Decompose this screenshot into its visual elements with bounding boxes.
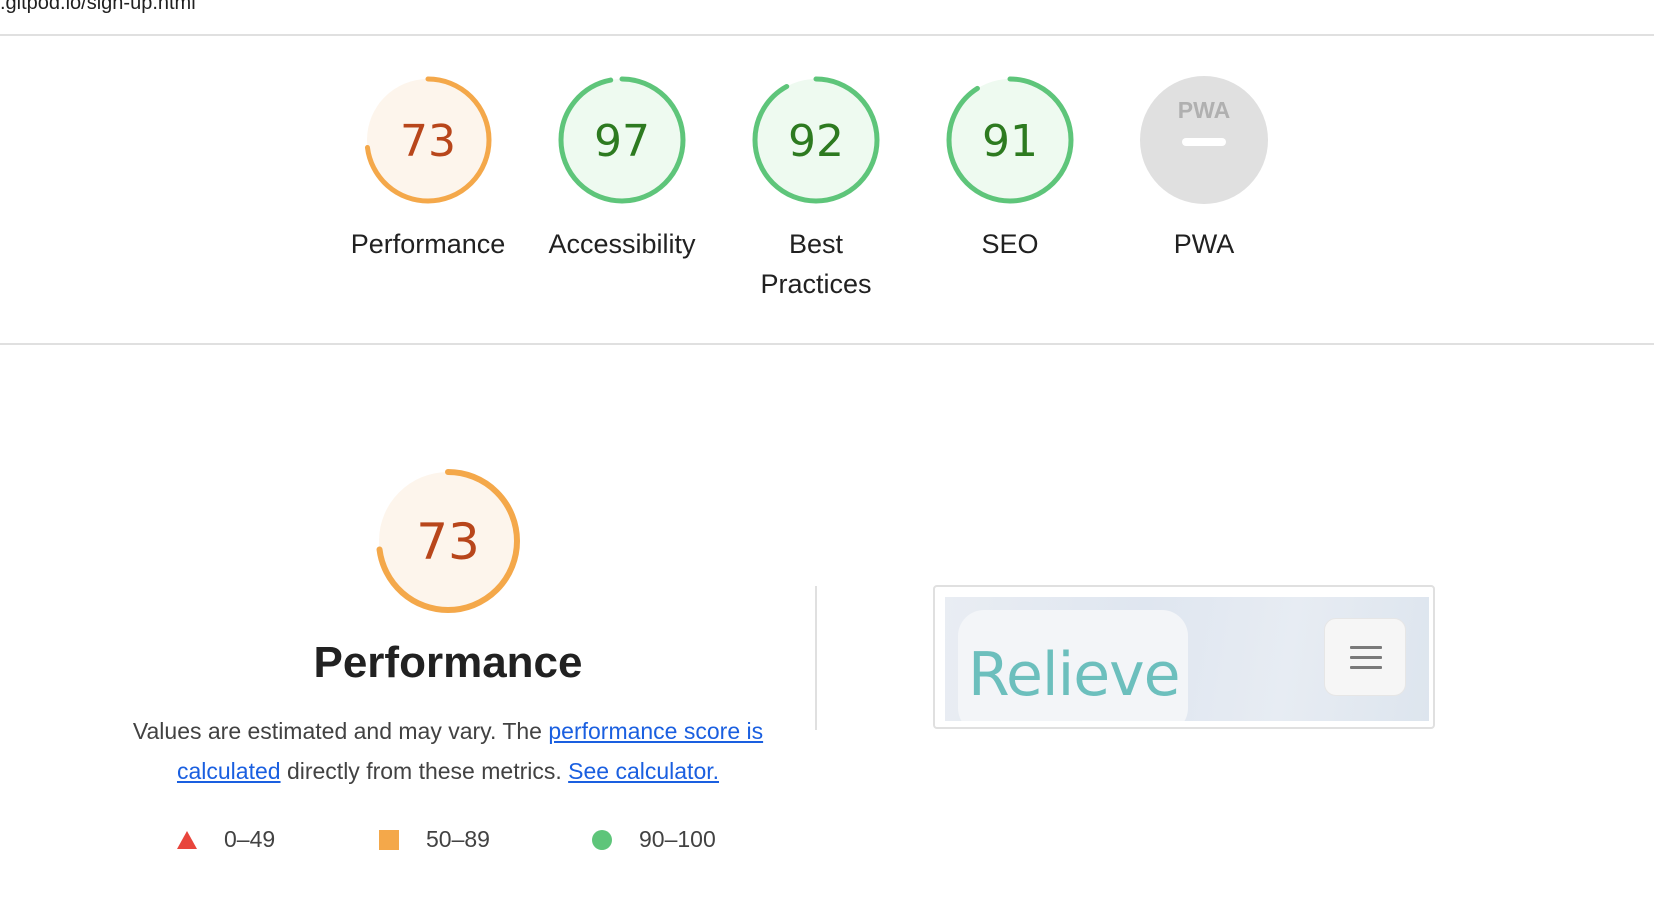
gauge-label: Best Practices <box>731 224 901 304</box>
desc-text: Values are estimated and may vary. The <box>132 718 549 744</box>
pass-circle-icon <box>592 829 612 850</box>
fail-triangle-icon <box>177 830 197 849</box>
seo-gauge-icon: 91 <box>946 76 1074 204</box>
gauge-label: Accessibility <box>548 229 696 259</box>
accessibility-gauge-icon: 97 <box>558 76 686 204</box>
gauge-label: PWA <box>1173 229 1235 259</box>
gauge-label-line2: Practices <box>760 269 872 299</box>
performance-big-gauge: 73 <box>373 466 523 621</box>
gauge-accessibility[interactable]: 97 Accessibility <box>537 74 707 264</box>
screenshot-thumbnail: Relieve <box>945 597 1429 721</box>
score-legend: 0–49 50–89 90–100 <box>0 826 800 862</box>
gauge-score: 91 <box>982 116 1038 167</box>
gauge-pwa[interactable]: PWA PWA <box>1119 74 1289 264</box>
legend-range: 0–49 <box>224 826 276 852</box>
final-screenshot[interactable]: Relieve <box>933 585 1435 729</box>
legend-item-pass: 90–100 <box>591 826 716 853</box>
logo-card: Relieve <box>958 610 1188 721</box>
gauge-score: 92 <box>788 116 844 167</box>
page-url: .gitpod.io/sign-up.html <box>0 0 196 14</box>
pwa-badge-text: PWA <box>1178 97 1230 123</box>
average-square-icon <box>379 829 399 850</box>
vertical-divider <box>815 586 817 730</box>
gauge-seo[interactable]: 91 SEO <box>925 74 1095 264</box>
section-divider <box>0 343 1654 345</box>
hamburger-menu-icon <box>1324 618 1406 696</box>
see-calculator-link[interactable]: See calculator. <box>568 758 719 784</box>
best-practices-gauge-icon: 92 <box>752 76 880 204</box>
performance-description: Values are estimated and may vary. The p… <box>118 711 778 791</box>
gauge-label: Performance <box>350 229 506 259</box>
performance-gauge-icon: 73 <box>364 76 492 204</box>
desc-text: directly from these metrics. <box>280 758 569 784</box>
legend-range: 90–100 <box>639 826 716 852</box>
gauge-performance[interactable]: 73 Performance <box>343 74 513 264</box>
pwa-badge-icon: PWA <box>1140 76 1268 204</box>
pwa-dash <box>1182 138 1226 146</box>
legend-range: 50–89 <box>426 826 490 852</box>
gauge-label-line1: Best <box>788 229 844 259</box>
gauge-score: 73 <box>400 116 456 167</box>
legend-item-average: 50–89 <box>378 826 490 853</box>
gauge-best-practices[interactable]: 92 Best Practices <box>731 74 901 304</box>
gauge-score: 97 <box>594 116 650 167</box>
performance-gauge-large-icon: 73 <box>376 469 520 613</box>
gauge-label: SEO <box>981 229 1039 259</box>
performance-score: 73 <box>416 513 480 571</box>
legend-item-fail: 0–49 <box>176 826 275 853</box>
performance-heading: Performance <box>313 638 583 687</box>
top-divider <box>0 34 1654 36</box>
relieve-logo: Relieve <box>968 640 1181 710</box>
